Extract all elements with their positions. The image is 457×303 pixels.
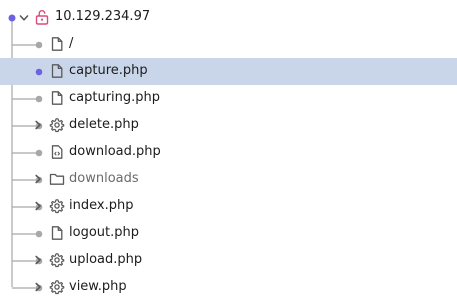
tree-item[interactable]: capture.php (0, 58, 457, 85)
tree-item[interactable]: upload.php (0, 247, 457, 274)
file-icon (49, 90, 65, 106)
code-file-icon (49, 144, 65, 160)
chevron-down-icon[interactable] (19, 13, 29, 23)
chevron-right-icon[interactable] (33, 282, 43, 292)
tree-item-label: upload.php (69, 252, 143, 267)
tree-item-label: delete.php (69, 117, 139, 132)
unlocked-padlock-icon (35, 10, 49, 25)
chevron-right-icon[interactable] (33, 255, 43, 265)
chevron-right-icon[interactable] (33, 174, 43, 184)
tree-item-label: logout.php (69, 225, 139, 240)
gear-icon (49, 198, 65, 214)
tree-item[interactable]: logout.php (0, 220, 457, 247)
tree-item[interactable]: downloads (0, 166, 457, 193)
tree-item[interactable]: / (0, 31, 457, 58)
chevron-right-icon[interactable] (33, 201, 43, 211)
tree-root[interactable]: 10.129.234.97 (0, 4, 457, 31)
tree-node-dot (35, 149, 43, 157)
tree-item[interactable]: index.php (0, 193, 457, 220)
tree-item[interactable]: view.php (0, 274, 457, 301)
chevron-right-icon[interactable] (33, 120, 43, 130)
root-status-dot (8, 14, 16, 22)
gear-icon (49, 279, 65, 295)
gear-icon (49, 117, 65, 133)
file-icon (49, 225, 65, 241)
root-host-label: 10.129.234.97 (55, 9, 151, 24)
tree-item[interactable]: capturing.php (0, 85, 457, 112)
folder-icon (49, 171, 65, 187)
tree-item-label: index.php (69, 198, 134, 213)
tree-node-dot (35, 95, 43, 103)
tree-item-label: view.php (69, 279, 127, 294)
tree-item-label: capture.php (69, 63, 148, 78)
tree-item[interactable]: delete.php (0, 112, 457, 139)
file-icon (49, 63, 65, 79)
file-icon (49, 36, 65, 52)
tree-item-label: / (69, 36, 74, 51)
gear-icon (49, 252, 65, 268)
tree-node-dot (35, 41, 43, 49)
tree-item-label: downloads (69, 171, 139, 186)
tree-item-label: capturing.php (69, 90, 161, 105)
site-tree: 10.129.234.97 / capture.php capturing.php d… (0, 0, 457, 303)
active-item-dot (35, 68, 43, 76)
tree-node-dot (35, 230, 43, 238)
tree-item-label: download.php (69, 144, 161, 159)
tree-item[interactable]: download.php (0, 139, 457, 166)
